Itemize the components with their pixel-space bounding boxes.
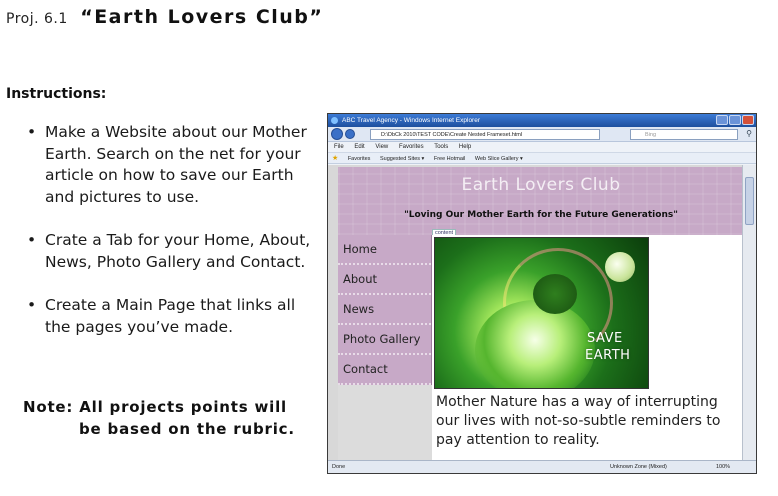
page-heading: Proj. 6.1 “Earth Lovers Club”	[6, 6, 323, 28]
note-line-2: be based on the rubric.	[79, 420, 295, 438]
page-viewport: Earth Lovers Club "Loving Our Mother Ear…	[328, 165, 744, 461]
star-icon: ★	[332, 155, 339, 162]
bullet-icon: •	[27, 231, 37, 249]
browser-window-title: ABC Travel Agency - Windows Internet Exp…	[342, 117, 481, 124]
status-text: Done	[332, 464, 346, 470]
zoom-level[interactable]: 100%	[716, 461, 730, 473]
earth-text: EARTH	[585, 348, 631, 363]
site-header: Earth Lovers Club "Loving Our Mother Ear…	[338, 167, 744, 235]
rubric-note: Note: All projects points will be based …	[23, 396, 295, 440]
project-title: “Earth Lovers Club”	[80, 6, 324, 28]
favorites-bar: ★ Favorites Suggested Sites ▾ Free Hotma…	[328, 153, 756, 164]
nav-photo-gallery[interactable]: Photo Gallery	[338, 325, 431, 355]
scrollbar-thumb[interactable]	[745, 177, 754, 225]
instruction-text: Make a Website about our Mother Earth. S…	[45, 123, 307, 206]
forward-arrow-icon[interactable]	[345, 129, 355, 139]
maximize-icon[interactable]	[729, 115, 741, 125]
note-line-1: Note: All projects points will	[23, 398, 287, 416]
instructions-list: • Make a Website about our Mother Earth. …	[25, 122, 315, 360]
menu-tools[interactable]: Tools	[434, 144, 448, 150]
status-bar: Done Unknown Zone (Mixed) 100%	[328, 460, 756, 473]
nav-about[interactable]: About	[338, 265, 431, 295]
browser-titlebar: ABC Travel Agency - Windows Internet Exp…	[328, 114, 756, 127]
instruction-text: Crate a Tab for your Home, About, News, …	[45, 231, 311, 271]
moon-graphic	[605, 252, 635, 282]
suggested-sites-link[interactable]: Suggested Sites ▾	[380, 156, 424, 162]
site-title: Earth Lovers Club	[461, 175, 621, 195]
menu-file[interactable]: File	[334, 144, 344, 150]
list-item: • Make a Website about our Mother Earth. …	[25, 122, 315, 208]
project-number: Proj. 6.1	[6, 11, 68, 27]
menu-bar: File Edit View Favorites Tools Help	[328, 142, 756, 153]
site-slogan: "Loving Our Mother Earth for the Future …	[404, 210, 678, 220]
save-earth-text: SAVE EARTH	[585, 330, 630, 364]
menu-view[interactable]: View	[375, 144, 388, 150]
tree-graphic	[533, 274, 577, 314]
search-icon[interactable]: ⚲	[746, 129, 752, 138]
security-zone: Unknown Zone (Mixed)	[610, 464, 667, 470]
bullet-icon: •	[27, 123, 37, 141]
vertical-scrollbar[interactable]	[742, 165, 756, 461]
instruction-text: Create a Main Page that links all the pa…	[45, 296, 296, 336]
nav-frame-filler	[338, 385, 432, 461]
favorites-button[interactable]: Favorites	[348, 156, 371, 162]
address-bar: D:\DbCk 2010\TEST CODE\Create Nested Fra…	[328, 127, 756, 142]
instructions-title: Instructions:	[6, 86, 107, 102]
window-controls	[716, 115, 754, 125]
back-arrow-icon[interactable]	[331, 128, 343, 140]
search-input[interactable]: Bing	[630, 129, 738, 140]
nav-home[interactable]: Home	[338, 235, 431, 265]
content-frame: SAVE EARTH Mother Nature has a way of in…	[432, 235, 744, 461]
menu-help[interactable]: Help	[459, 144, 471, 150]
nav-contact[interactable]: Contact	[338, 355, 431, 385]
ie-logo-icon	[331, 117, 338, 124]
list-item: • Create a Main Page that links all the p…	[25, 295, 315, 338]
nav-news[interactable]: News	[338, 295, 431, 325]
save-text: SAVE	[587, 331, 623, 346]
menu-edit[interactable]: Edit	[354, 144, 364, 150]
list-item: • Crate a Tab for your Home, About, News,…	[25, 230, 315, 273]
free-hotmail-link[interactable]: Free Hotmail	[434, 156, 465, 162]
address-input[interactable]: D:\DbCk 2010\TEST CODE\Create Nested Fra…	[370, 129, 600, 140]
site-nav: Home About News Photo Gallery Contact	[338, 235, 432, 385]
web-slice-gallery-link[interactable]: Web Slice Gallery ▾	[475, 156, 523, 162]
globe-graphic	[475, 300, 595, 388]
close-icon[interactable]	[742, 115, 754, 125]
bullet-icon: •	[27, 296, 37, 314]
minimize-icon[interactable]	[716, 115, 728, 125]
browser-screenshot: ABC Travel Agency - Windows Internet Exp…	[327, 113, 757, 474]
menu-favorites[interactable]: Favorites	[399, 144, 424, 150]
mother-nature-quote: Mother Nature has a way of interrupting …	[436, 394, 721, 448]
save-earth-image: SAVE EARTH	[434, 237, 649, 389]
